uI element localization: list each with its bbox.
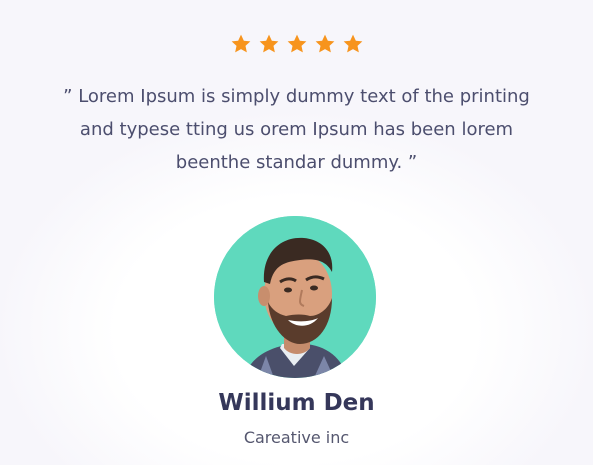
star-icon <box>314 33 336 55</box>
testimonial-quote: ” Lorem Ipsum is simply dummy text of th… <box>20 80 573 179</box>
star-icon <box>258 33 280 55</box>
author-company: Careative inc <box>243 428 350 447</box>
author-avatar <box>214 216 376 378</box>
star-icon <box>286 33 308 55</box>
testimonial-card: ” Lorem Ipsum is simply dummy text of th… <box>0 0 593 465</box>
star-icon <box>230 33 252 55</box>
quote-line: ” Lorem Ipsum is simply dummy text of th… <box>63 86 530 107</box>
quote-line: beenthe standar dummy. ” <box>175 152 418 173</box>
quote-line: and typese tting us orem Ipsum has been … <box>79 119 514 140</box>
author-name: Willium Den <box>218 390 375 416</box>
star-icon <box>342 33 364 55</box>
star-rating <box>0 33 593 55</box>
